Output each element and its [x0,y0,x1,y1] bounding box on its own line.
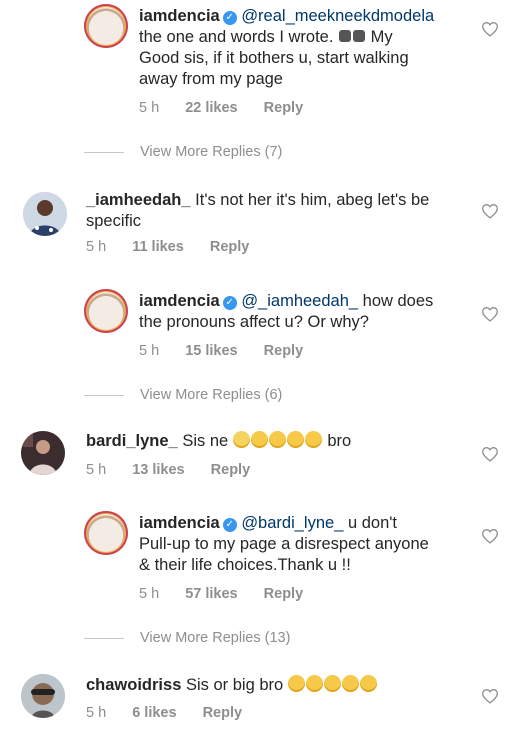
laughing-emoji-icon [341,675,359,692]
comment-text: bardi_lyne_ Sis ne bro [86,431,352,450]
comment: chawoidriss Sis or big bro 5 h 6 likes R… [0,668,526,739]
comment-text: _iamheedah_ It's not her it's him, abeg … [86,191,430,230]
comment-text: iamdencia ✓ @bardi_lyne_ u don't Pull-up … [139,514,429,574]
comment: bardi_lyne_ Sis ne bro 5 h 13 likes Repl… [0,425,526,485]
timestamp: 5 h [86,239,107,255]
likes-count[interactable]: 15 likes [185,343,237,359]
timestamp: 5 h [86,462,107,478]
comment-meta: 5 h 57 likes Reply [139,586,325,602]
verified-badge-icon: ✓ [222,296,237,310]
heart-icon[interactable] [481,203,499,219]
avatar[interactable] [21,674,65,718]
heart-icon[interactable] [481,528,499,544]
timestamp: 5 h [86,705,107,721]
laughing-emoji-icon [287,675,305,692]
divider [84,637,124,639]
mention-link[interactable]: @_iamheedah_ [241,292,358,310]
eye-roll-emoji-icon [232,431,250,448]
comment: _iamheedah_ It's not her it's him, abeg … [0,180,526,270]
verified-badge-icon: ✓ [222,11,237,25]
comment-text: iamdencia ✓ @_iamheedah_ how does the pro… [139,292,434,331]
reply-comment: iamdencia ✓ @_iamheedah_ how does the pro… [0,285,526,375]
likes-count[interactable]: 6 likes [132,705,176,721]
view-more-replies[interactable]: View More Replies (7) [84,144,282,160]
comment-meta: 5 h 13 likes Reply [86,462,272,478]
reply-button[interactable]: Reply [211,462,251,478]
reply-button[interactable]: Reply [210,239,250,255]
timestamp: 5 h [139,586,160,602]
heart-icon[interactable] [481,446,499,462]
avatar[interactable] [84,4,128,48]
reply-button[interactable]: Reply [264,586,304,602]
username[interactable]: iamdencia [139,292,220,310]
comment-meta: 5 h 15 likes Reply [139,343,325,359]
laughing-emoji-icon [286,431,304,448]
likes-count[interactable]: 13 likes [132,462,184,478]
likes-count[interactable]: 57 likes [185,586,237,602]
laughing-emoji-icon [250,431,268,448]
verified-badge-icon: ✓ [222,518,237,532]
view-more-replies[interactable]: View More Replies (13) [84,630,290,646]
mention-link[interactable]: @bardi_lyne_ [241,514,343,532]
reply-button[interactable]: Reply [264,100,304,116]
divider [84,151,124,153]
laughing-emoji-icon [304,431,322,448]
comment-meta: 5 h 6 likes Reply [86,705,264,721]
reply-button[interactable]: Reply [264,343,304,359]
likes-count[interactable]: 11 likes [132,239,184,255]
timestamp: 5 h [139,100,160,116]
laughing-emoji-icon [305,675,323,692]
reply-button[interactable]: Reply [203,705,243,721]
reply-comment: iamdencia ✓ @bardi_lyne_ u don't Pull-up … [0,507,526,622]
avatar[interactable] [84,289,128,333]
comment-meta: 5 h 11 likes Reply [86,239,271,255]
laughing-emoji-icon [323,675,341,692]
laughing-emoji-icon [268,431,286,448]
avatar[interactable] [21,431,65,475]
mention-link[interactable]: @real_meekneekdmodela [241,7,434,25]
laughing-emoji-icon [359,675,377,692]
likes-count[interactable]: 22 likes [185,100,237,116]
heart-icon[interactable] [481,306,499,322]
comment-text: iamdencia ✓ @real_meekneekdmodela the one… [139,7,435,88]
avatar[interactable] [84,511,128,555]
username[interactable]: bardi_lyne_ [86,432,178,450]
username[interactable]: _iamheedah_ [86,191,191,209]
username[interactable]: chawoidriss [86,676,181,694]
view-more-replies[interactable]: View More Replies (6) [84,387,282,403]
username[interactable]: iamdencia [139,514,220,532]
username[interactable]: iamdencia [139,7,220,25]
timestamp: 5 h [139,343,160,359]
heart-icon[interactable] [481,21,499,37]
avatar[interactable] [23,192,67,236]
comment-meta: 5 h 22 likes Reply [139,100,325,116]
fist-emoji-icon [353,30,366,42]
comment-text: chawoidriss Sis or big bro [86,675,466,696]
fist-emoji-icon [339,30,352,42]
reply-comment: iamdencia ✓ @real_meekneekdmodela the one… [0,0,526,160]
divider [84,394,124,396]
heart-icon[interactable] [481,688,499,704]
